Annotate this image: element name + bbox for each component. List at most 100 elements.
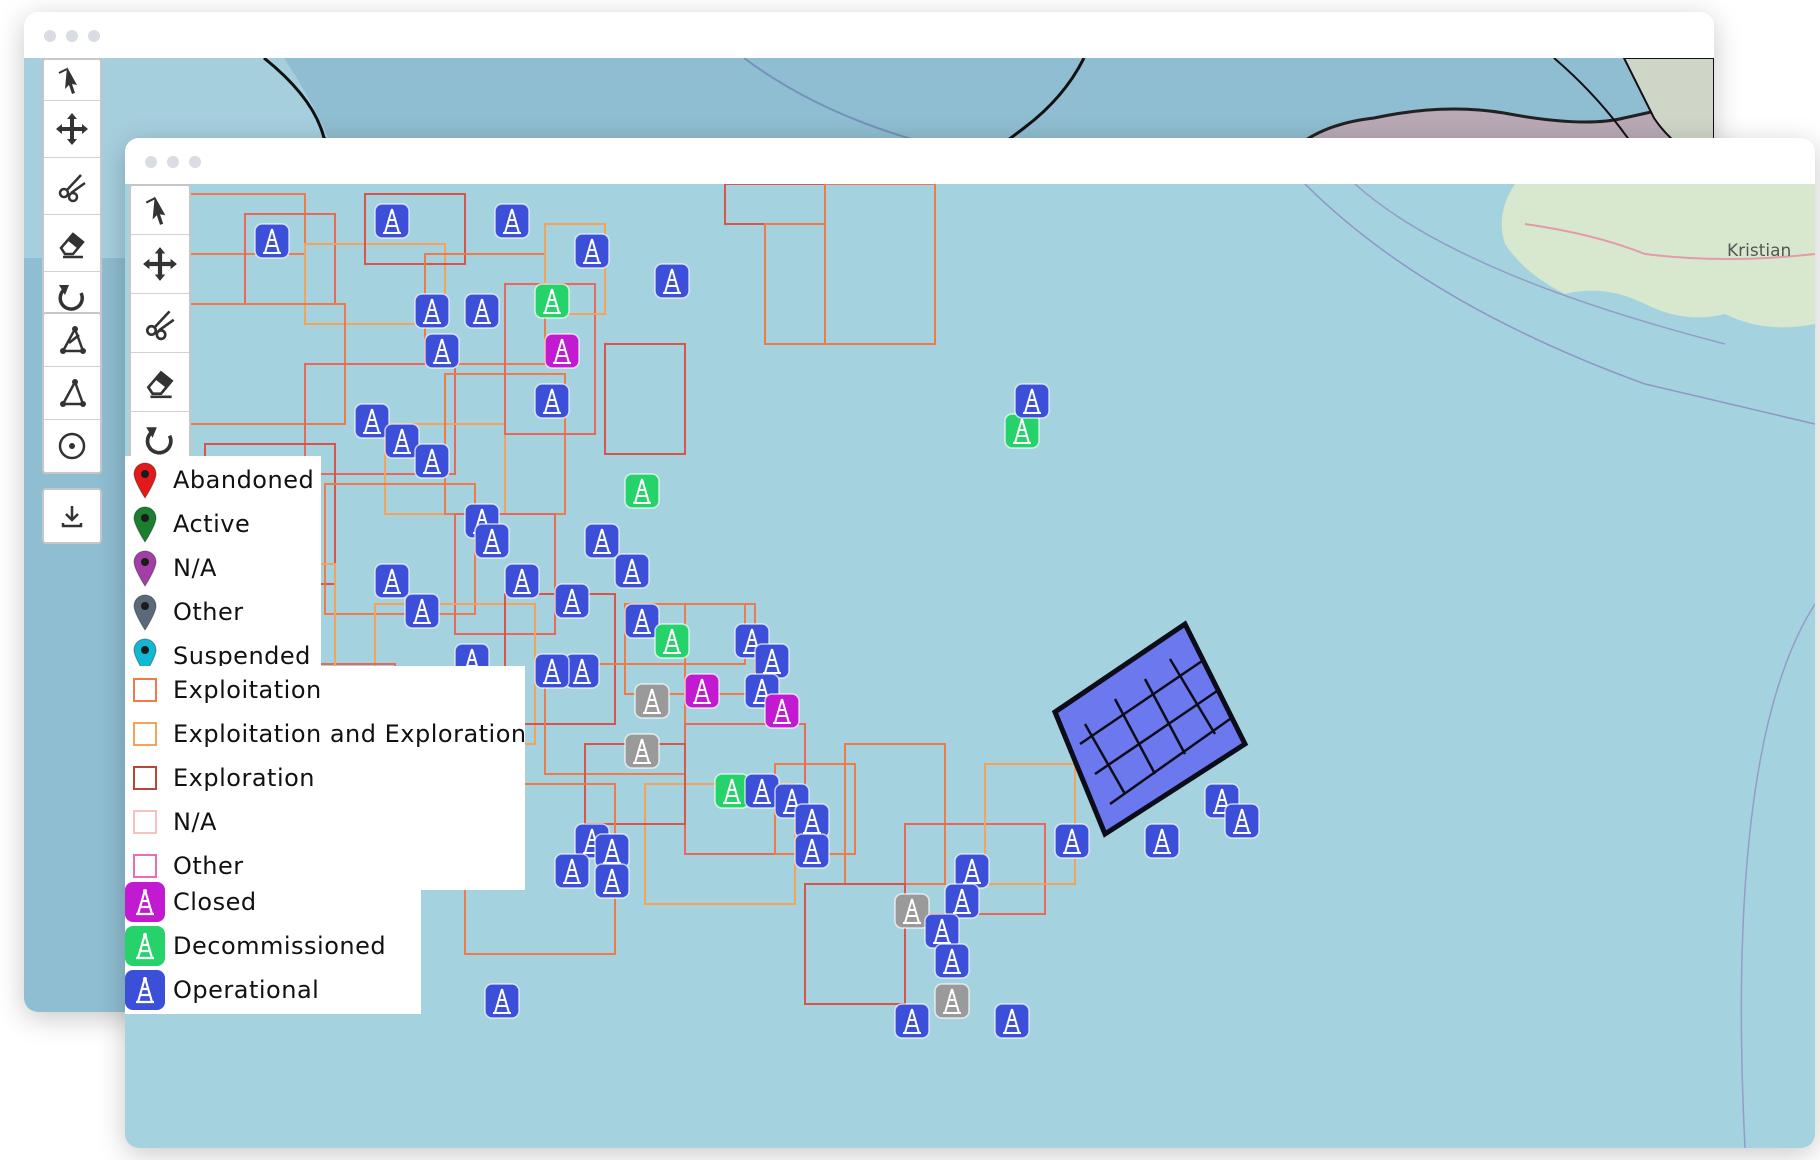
- facility-marker[interactable]: [1054, 823, 1090, 859]
- legend-item-facility[interactable]: Operational: [125, 968, 421, 1012]
- download-icon[interactable]: [44, 490, 100, 542]
- facility-marker[interactable]: [414, 293, 450, 329]
- facility-marker[interactable]: [534, 283, 570, 319]
- facility-marker[interactable]: [354, 403, 390, 439]
- facility-marker[interactable]: [404, 593, 440, 629]
- facility-marker[interactable]: [494, 203, 530, 239]
- facility-marker[interactable]: [744, 773, 780, 809]
- facility-marker[interactable]: [544, 333, 580, 369]
- facility-marker[interactable]: [464, 293, 500, 329]
- facility-marker[interactable]: [424, 333, 460, 369]
- facility-marker[interactable]: [1224, 803, 1260, 839]
- facility-marker[interactable]: [894, 1003, 930, 1039]
- legend-symbol: [125, 854, 165, 878]
- select-pointer-icon[interactable]: [131, 186, 189, 235]
- move-icon[interactable]: [44, 101, 100, 158]
- facility-marker[interactable]: [534, 383, 570, 419]
- facility-marker[interactable]: [254, 223, 290, 259]
- legend-item-facility[interactable]: Closed: [125, 880, 421, 924]
- facility-marker[interactable]: [954, 853, 990, 889]
- legend-item-license[interactable]: Exploitation: [125, 668, 525, 712]
- eraser-icon[interactable]: [44, 215, 100, 272]
- window-dot[interactable]: [167, 156, 179, 168]
- facility-marker[interactable]: [614, 553, 650, 589]
- legend-symbol: [125, 549, 165, 587]
- license-block[interactable]: [724, 184, 826, 225]
- draw-polygon-icon[interactable]: [44, 314, 100, 367]
- facility-legend: Closed Decommissioned Operational: [125, 878, 421, 1014]
- facility-marker[interactable]: [714, 773, 750, 809]
- facility-marker[interactable]: [654, 623, 690, 659]
- window-controls: [44, 30, 100, 42]
- facility-marker[interactable]: [994, 1003, 1030, 1039]
- facility-marker[interactable]: [894, 893, 930, 929]
- select-pointer-icon[interactable]: [44, 60, 100, 101]
- facility-marker[interactable]: [624, 603, 660, 639]
- well-status-legend: Abandoned Active N/A Other Suspended: [125, 456, 321, 680]
- legend-label: N/A: [173, 554, 217, 582]
- license-block[interactable]: [604, 343, 686, 455]
- facility-marker[interactable]: [624, 473, 660, 509]
- facility-marker[interactable]: [504, 563, 540, 599]
- facility-marker[interactable]: [654, 263, 690, 299]
- facility-marker[interactable]: [384, 423, 420, 459]
- cut-icon[interactable]: [44, 158, 100, 215]
- front-window-titlebar: [125, 138, 1815, 184]
- window-dot[interactable]: [189, 156, 201, 168]
- facility-marker[interactable]: [794, 803, 830, 839]
- legend-item-facility[interactable]: Decommissioned: [125, 924, 421, 968]
- legend-symbol: [125, 505, 165, 543]
- draw-line-icon[interactable]: [44, 367, 100, 420]
- facility-marker[interactable]: [624, 733, 660, 769]
- legend-item-license[interactable]: Exploitation and Exploration: [125, 712, 527, 756]
- facility-marker[interactable]: [764, 693, 800, 729]
- facility-marker[interactable]: [924, 913, 960, 949]
- facility-marker[interactable]: [554, 853, 590, 889]
- eraser-icon[interactable]: [131, 353, 189, 412]
- facility-marker[interactable]: [554, 583, 590, 619]
- legend-item-license[interactable]: Exploration: [125, 756, 525, 800]
- legend-item-well-status[interactable]: Abandoned: [125, 458, 321, 502]
- window-dot[interactable]: [145, 156, 157, 168]
- facility-marker[interactable]: [684, 673, 720, 709]
- facility-marker[interactable]: [754, 643, 790, 679]
- legend-label: Exploitation and Exploration: [173, 720, 527, 748]
- facility-marker[interactable]: [564, 653, 600, 689]
- license-block[interactable]: [844, 743, 946, 885]
- facility-marker[interactable]: [584, 523, 620, 559]
- facility-marker[interactable]: [574, 233, 610, 269]
- legend-item-well-status[interactable]: Active: [125, 502, 321, 546]
- legend-item-well-status[interactable]: Other: [125, 590, 321, 634]
- legend-symbol: [125, 678, 165, 702]
- legend-label: Exploration: [173, 764, 315, 792]
- facility-marker[interactable]: [594, 863, 630, 899]
- legend-item-well-status[interactable]: N/A: [125, 546, 321, 590]
- facility-marker[interactable]: [1014, 383, 1050, 419]
- facility-marker[interactable]: [1144, 823, 1180, 859]
- facility-marker[interactable]: [634, 683, 670, 719]
- facility-marker[interactable]: [374, 563, 410, 599]
- facility-marker[interactable]: [594, 833, 630, 869]
- window-dot[interactable]: [44, 30, 56, 42]
- draw-circle-icon[interactable]: [44, 420, 100, 472]
- facility-marker[interactable]: [944, 883, 980, 919]
- window-dot[interactable]: [88, 30, 100, 42]
- move-icon[interactable]: [131, 235, 189, 294]
- license-block[interactable]: [804, 883, 906, 1005]
- facility-marker[interactable]: [374, 203, 410, 239]
- facility-marker[interactable]: [414, 443, 450, 479]
- facility-marker[interactable]: [934, 943, 970, 979]
- facility-marker[interactable]: [484, 983, 520, 1019]
- legend-item-license[interactable]: N/A: [125, 800, 525, 844]
- facility-marker[interactable]: [1004, 413, 1040, 449]
- facility-marker[interactable]: [474, 523, 510, 559]
- license-block[interactable]: [824, 184, 936, 345]
- facility-marker[interactable]: [534, 653, 570, 689]
- legend-symbol: [125, 593, 165, 631]
- cut-icon[interactable]: [131, 294, 189, 353]
- license-block[interactable]: [764, 223, 826, 345]
- facility-marker[interactable]: [794, 833, 830, 869]
- facility-marker[interactable]: [934, 983, 970, 1019]
- window-dot[interactable]: [66, 30, 78, 42]
- license-legend: Exploitation Exploitation and Exploration…: [125, 666, 527, 890]
